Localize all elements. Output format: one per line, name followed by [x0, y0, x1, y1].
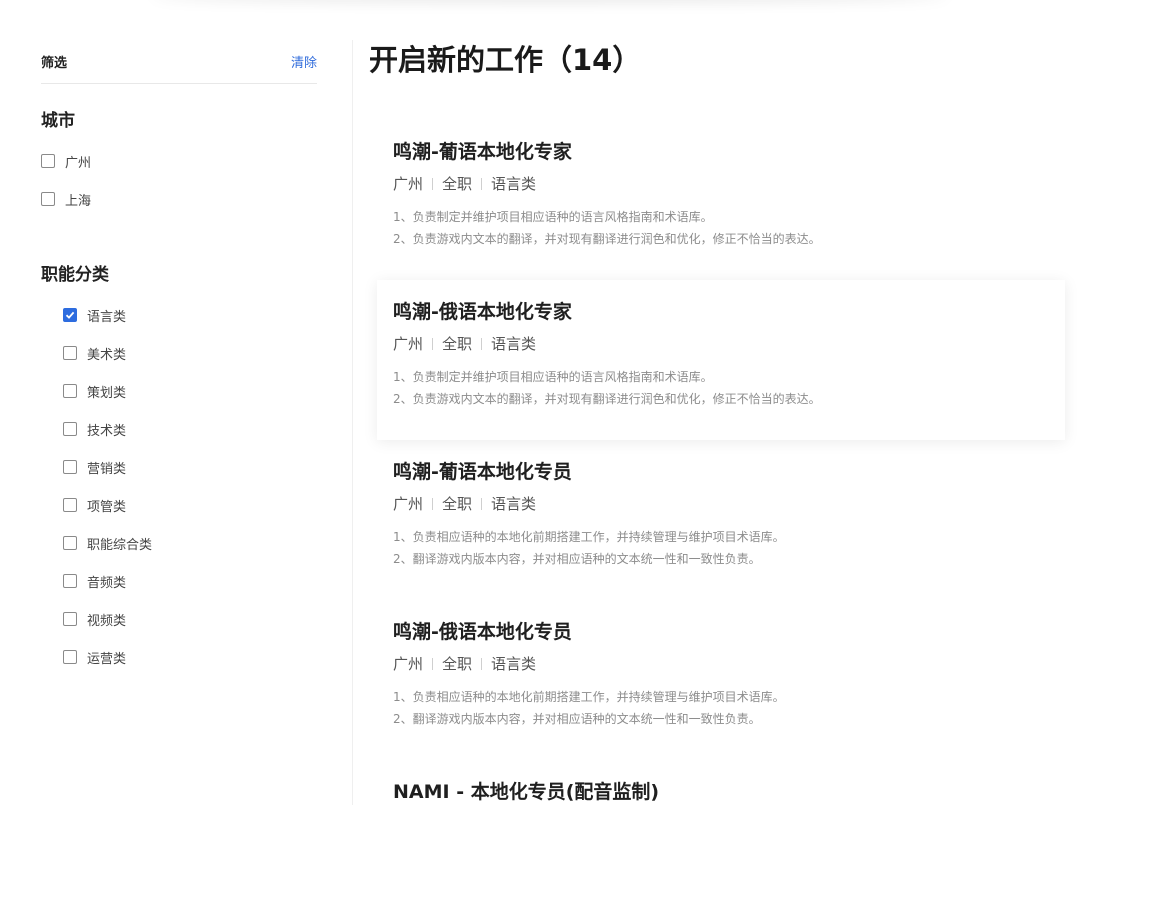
checkbox[interactable]: [63, 498, 77, 512]
checkbox[interactable]: [41, 192, 55, 206]
city-option-shanghai[interactable]: 上海: [41, 180, 317, 218]
filter-title: 筛选: [41, 56, 68, 71]
checkbox[interactable]: [63, 612, 77, 626]
job-category: 语言类: [491, 175, 537, 193]
job-category: 语言类: [491, 655, 537, 673]
category-option-marketing[interactable]: 营销类: [41, 448, 317, 486]
meta-separator: [432, 498, 434, 510]
job-category: 语言类: [491, 495, 537, 513]
job-title[interactable]: 鸣潮-葡语本地化专员: [393, 458, 1049, 486]
job-desc-line: 1、负责相应语种的本地化前期搭建工作，并持续管理与维护项目术语库。: [393, 690, 785, 704]
job-description: 1、负责相应语种的本地化前期搭建工作，并持续管理与维护项目术语库。 2、翻译游戏…: [393, 686, 1049, 730]
checkbox[interactable]: [63, 384, 77, 398]
category-option-video[interactable]: 视频类: [41, 600, 317, 638]
category-option-label: 策划类: [87, 385, 127, 401]
category-options: 语言类 美术类 策划类 技术类 营销类 项管类 职能综合类 音频类 视频类 运营…: [41, 296, 317, 676]
category-group-title: 职能分类: [41, 265, 109, 285]
job-type: 全职: [442, 335, 473, 353]
job-city: 广州: [393, 495, 424, 513]
job-desc-line: 2、翻译游戏内版本内容，并对相应语种的文本统一性和一致性负责。: [393, 712, 761, 726]
category-option-label: 运营类: [87, 651, 127, 667]
job-title[interactable]: NAMI - 本地化专员(配音监制): [393, 778, 1049, 806]
job-city: 广州: [393, 175, 424, 193]
city-options: 广州 上海: [41, 142, 317, 218]
category-option-label: 语言类: [87, 309, 127, 325]
checkbox[interactable]: [63, 536, 77, 550]
meta-separator: [432, 658, 434, 670]
category-option-label: 项管类: [87, 499, 127, 515]
category-option-planning[interactable]: 策划类: [41, 372, 317, 410]
job-desc-line: 2、翻译游戏内版本内容，并对相应语种的文本统一性和一致性负责。: [393, 552, 761, 566]
job-city: 广州: [393, 655, 424, 673]
job-city: 广州: [393, 335, 424, 353]
category-option-label: 美术类: [87, 347, 127, 363]
job-meta: 广州 全职 语言类: [393, 174, 1049, 194]
filter-sidebar: 筛选 清除 城市 广州 上海 职能分类 语言类 美术类 策划类 技术类 营销类 …: [41, 40, 317, 676]
city-option-label: 上海: [65, 193, 92, 209]
job-card[interactable]: 鸣潮-葡语本地化专家 广州 全职 语言类 1、负责制定并维护项目相应语种的语言风…: [377, 120, 1065, 280]
category-option-tech[interactable]: 技术类: [41, 410, 317, 448]
category-option-project-mgmt[interactable]: 项管类: [41, 486, 317, 524]
job-list-main: 开启新的工作（14） 鸣潮-葡语本地化专家 广州 全职 语言类 1、负责制定并维…: [369, 38, 1069, 803]
checkbox[interactable]: [41, 154, 55, 168]
job-type: 全职: [442, 175, 473, 193]
checkbox[interactable]: [63, 346, 77, 360]
checkbox[interactable]: [63, 650, 77, 664]
job-meta: 广州 全职 语言类: [393, 494, 1049, 514]
job-desc-line: 1、负责制定并维护项目相应语种的语言风格指南和术语库。: [393, 210, 713, 224]
job-title[interactable]: 鸣潮-俄语本地化专员: [393, 618, 1049, 646]
checkbox[interactable]: [63, 460, 77, 474]
column-divider: [352, 40, 353, 805]
page-title: 开启新的工作（14）: [369, 43, 642, 77]
filter-header: 筛选 清除: [41, 40, 317, 84]
job-type: 全职: [442, 655, 473, 673]
meta-separator: [481, 178, 483, 190]
category-option-label: 职能综合类: [87, 537, 153, 553]
city-group-title: 城市: [41, 111, 75, 131]
job-description: 1、负责制定并维护项目相应语种的语言风格指南和术语库。 2、负责游戏内文本的翻译…: [393, 206, 1049, 250]
job-type: 全职: [442, 495, 473, 513]
job-description: 1、负责制定并维护项目相应语种的语言风格指南和术语库。 2、负责游戏内文本的翻译…: [393, 366, 1049, 410]
job-card[interactable]: 鸣潮-葡语本地化专员 广州 全职 语言类 1、负责相应语种的本地化前期搭建工作，…: [377, 440, 1065, 600]
checkbox[interactable]: [63, 574, 77, 588]
city-option-label: 广州: [65, 155, 92, 171]
job-desc-line: 2、负责游戏内文本的翻译，并对现有翻译进行润色和优化，修正不恰当的表达。: [393, 232, 821, 246]
job-title[interactable]: 鸣潮-俄语本地化专家: [393, 298, 1049, 326]
category-option-art[interactable]: 美术类: [41, 334, 317, 372]
job-desc-line: 1、负责相应语种的本地化前期搭建工作，并持续管理与维护项目术语库。: [393, 530, 785, 544]
city-option-guangzhou[interactable]: 广州: [41, 142, 317, 180]
job-card[interactable]: 鸣潮-俄语本地化专员 广州 全职 语言类 1、负责相应语种的本地化前期搭建工作，…: [377, 600, 1065, 760]
meta-separator: [432, 178, 434, 190]
job-desc-line: 1、负责制定并维护项目相应语种的语言风格指南和术语库。: [393, 370, 713, 384]
job-category: 语言类: [491, 335, 537, 353]
job-card[interactable]: NAMI - 本地化专员(配音监制): [377, 760, 1065, 920]
category-option-label: 音频类: [87, 575, 127, 591]
checkbox[interactable]: [63, 308, 77, 322]
category-option-label: 营销类: [87, 461, 127, 477]
job-title[interactable]: 鸣潮-葡语本地化专家: [393, 138, 1049, 166]
meta-separator: [481, 498, 483, 510]
meta-separator: [481, 658, 483, 670]
job-description: 1、负责相应语种的本地化前期搭建工作，并持续管理与维护项目术语库。 2、翻译游戏…: [393, 526, 1049, 570]
clear-filters-link[interactable]: 清除: [291, 52, 317, 71]
category-option-label: 技术类: [87, 423, 127, 439]
checkbox[interactable]: [63, 422, 77, 436]
category-option-language[interactable]: 语言类: [41, 296, 317, 334]
meta-separator: [481, 338, 483, 350]
job-desc-line: 2、负责游戏内文本的翻译，并对现有翻译进行润色和优化，修正不恰当的表达。: [393, 392, 821, 406]
job-card[interactable]: 鸣潮-俄语本地化专家 广州 全职 语言类 1、负责制定并维护项目相应语种的语言风…: [377, 280, 1065, 440]
category-option-general[interactable]: 职能综合类: [41, 524, 317, 562]
job-list: 鸣潮-葡语本地化专家 广州 全职 语言类 1、负责制定并维护项目相应语种的语言风…: [377, 120, 1065, 920]
category-option-label: 视频类: [87, 613, 127, 629]
job-meta: 广州 全职 语言类: [393, 654, 1049, 674]
category-option-operations[interactable]: 运营类: [41, 638, 317, 676]
meta-separator: [432, 338, 434, 350]
job-meta: 广州 全职 语言类: [393, 334, 1049, 354]
category-option-audio[interactable]: 音频类: [41, 562, 317, 600]
